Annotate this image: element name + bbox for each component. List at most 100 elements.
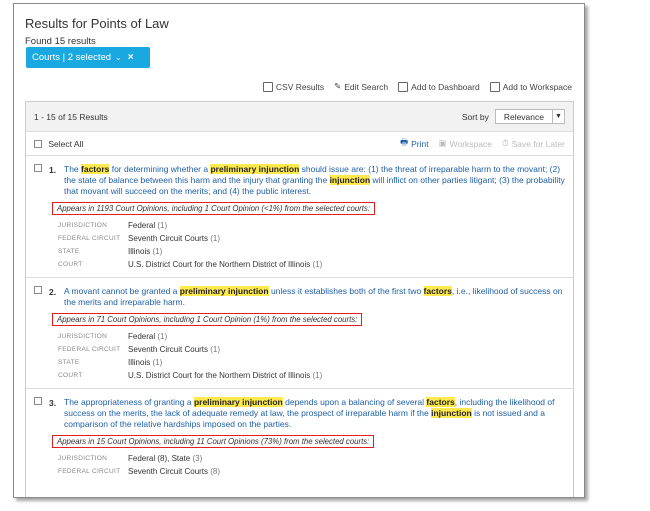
facet-label: COURT [58, 261, 83, 268]
sort-value: Relevance [503, 111, 544, 122]
facet-value: Illinois [128, 358, 151, 367]
edit-search-button[interactable]: ✎ Edit Search [334, 81, 388, 92]
result-checkbox[interactable] [34, 397, 42, 405]
add-to-workspace-label: Add to Workspace [502, 81, 572, 92]
facet-value: Federal [128, 221, 156, 230]
highlight-term: preliminary injunction [210, 164, 300, 174]
select-all[interactable]: Select All [34, 139, 83, 149]
text-segment: The appropriateness of granting a [64, 397, 194, 407]
result-item: 2. A movant cannot be granted a prelimin… [26, 278, 573, 389]
print-button[interactable]: 🖶 Print [400, 137, 429, 151]
facet-count: (1) [157, 221, 168, 230]
result-number: 2. [49, 287, 57, 297]
save-icon: ⏱ [501, 138, 509, 148]
pencil-icon: ✎ [334, 81, 342, 91]
facet-label: STATE [58, 359, 80, 366]
facet-value: U.S. District Court for the Northern Dis… [128, 260, 311, 269]
facet-label: FEDERAL CIRCUIT [58, 346, 121, 353]
sort-select[interactable]: Relevance ▼ [494, 109, 565, 124]
close-icon[interactable]: × [128, 52, 134, 63]
facet-count: (3) [192, 454, 203, 463]
result-item: 3. The appropriateness of granting a pre… [26, 389, 573, 484]
facet-value: U.S. District Court for the Northern Dis… [128, 371, 311, 380]
facet-count: (1) [312, 260, 323, 269]
facet-label: JURISDICTION [58, 333, 108, 340]
facets: JURISDICTION Federal (1) FEDERAL CIRCUIT S… [58, 219, 565, 277]
facet-value: Seventh Circuit Courts [128, 234, 209, 243]
text-segment: A movant cannot be granted a [64, 286, 180, 296]
workspace-button[interactable]: ▣ Workspace [439, 138, 492, 149]
result-text[interactable]: The factors for determining whether a pr… [64, 164, 565, 197]
csv-icon [262, 81, 273, 92]
print-label: Print [411, 138, 429, 149]
highlight-term: preliminary injunction [193, 397, 283, 407]
results-window: Results for Points of Law Found 15 resul… [13, 3, 585, 498]
workspace-label: Workspace [449, 138, 492, 149]
facet-count: (1) [152, 358, 163, 367]
result-checkbox[interactable] [34, 164, 42, 172]
page-title: Results for Points of Law [25, 16, 169, 31]
workspace-icon: ▣ [438, 138, 447, 148]
text-segment: unless it establishes both of the first … [268, 286, 424, 296]
text-segment: The [64, 164, 82, 174]
dashboard-icon [398, 81, 409, 92]
facet-label: COURT [58, 372, 83, 379]
csv-results-label: CSV Results [275, 81, 325, 92]
sort-control: Sort by Relevance ▼ [462, 109, 565, 124]
text-segment: for determining whether a [109, 164, 211, 174]
facets: JURISDICTION Federal (1) FEDERAL CIRCUIT S… [58, 330, 565, 388]
caret-down-icon[interactable]: ▼ [552, 110, 564, 123]
results-panel: 1 - 15 of 15 Results Sort by Relevance ▼… [25, 101, 574, 497]
facet-label: FEDERAL CIRCUIT [58, 235, 121, 242]
highlight-term: factors [426, 397, 455, 407]
results-header: 1 - 15 of 15 Results Sort by Relevance ▼ [26, 102, 573, 132]
facet-label: FEDERAL CIRCUIT [58, 468, 121, 475]
bulk-tools: 🖶 Print ▣ Workspace ⏱ Save for Later [400, 137, 565, 151]
facet-count: (1) [210, 234, 221, 243]
save-for-later-label: Save for Later [511, 138, 565, 149]
chip-label: Courts | 2 selected [32, 52, 112, 63]
facet-value: Illinois [128, 247, 151, 256]
result-item: 1. The factors for determining whether a… [26, 156, 573, 278]
save-for-later-button[interactable]: ⏱ Save for Later [502, 138, 565, 149]
facet-count: (8) [210, 467, 221, 476]
edit-search-label: Edit Search [344, 81, 389, 92]
facet-value: Federal (8), State [128, 454, 191, 463]
result-number: 3. [49, 398, 57, 408]
highlight-term: factors [81, 164, 110, 174]
text-segment: depends upon a balancing of several [282, 397, 427, 407]
chevron-down-icon[interactable]: ⌄ [115, 53, 122, 62]
select-all-label: Select All [48, 138, 84, 149]
facet-count: (1) [152, 247, 163, 256]
result-checkbox[interactable] [34, 286, 42, 294]
facet-label: JURISDICTION [58, 455, 108, 462]
highlight-term: factors [423, 286, 452, 296]
courts-filter-chip[interactable]: Courts | 2 selected ⌄ × [26, 47, 150, 68]
appears-in-note: Appears in 15 Court Opinions, including … [52, 435, 375, 448]
result-number: 1. [49, 165, 57, 175]
facet-count: (1) [312, 371, 323, 380]
result-text[interactable]: A movant cannot be granted a preliminary… [64, 286, 565, 308]
facet-label: JURISDICTION [58, 222, 108, 229]
highlight-term: preliminary injunction [179, 286, 269, 296]
results-range: 1 - 15 of 15 Results [34, 111, 108, 122]
result-text[interactable]: The appropriateness of granting a prelim… [64, 397, 565, 430]
printer-icon: 🖶 [400, 136, 409, 147]
add-to-dashboard-label: Add to Dashboard [411, 81, 480, 92]
select-all-checkbox[interactable] [34, 140, 42, 149]
facet-value: Federal [128, 332, 156, 341]
results-toolbar: Select All 🖶 Print ▣ Workspace ⏱ Save fo… [26, 132, 573, 156]
csv-results-button[interactable]: CSV Results [262, 81, 325, 92]
appears-in-note: Appears in 1193 Court Opinions, includin… [52, 202, 375, 215]
workspace-icon [489, 81, 500, 92]
facet-label: STATE [58, 248, 80, 255]
add-to-workspace-button[interactable]: Add to Workspace [489, 81, 572, 92]
appears-in-note: Appears in 71 Court Opinions, including … [52, 313, 363, 326]
facets: JURISDICTION Federal (8), State (3) FEDER… [58, 452, 565, 484]
results-count: Found 15 results [25, 36, 96, 47]
sort-label: Sort by [461, 111, 489, 122]
facet-value: Seventh Circuit Courts [128, 467, 209, 476]
highlight-term: injunction [329, 175, 371, 185]
facet-value: Seventh Circuit Courts [128, 345, 209, 354]
add-to-dashboard-button[interactable]: Add to Dashboard [398, 81, 480, 92]
